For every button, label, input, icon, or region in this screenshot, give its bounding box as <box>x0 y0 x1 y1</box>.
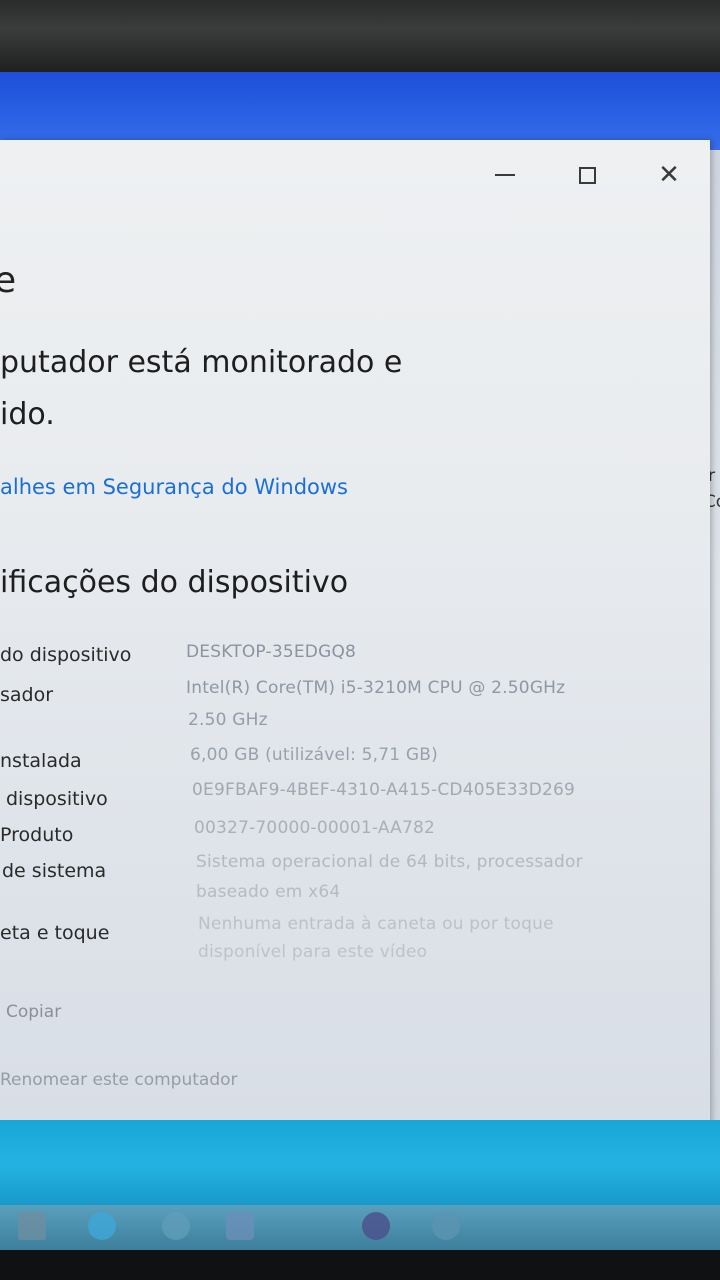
about-window: ✕ e putador está monitorado e ido. alhes… <box>0 140 710 1125</box>
spec-label-pen-touch: eta e toque <box>0 922 110 944</box>
monitor-bezel-bottom <box>0 1250 720 1280</box>
maximize-button[interactable] <box>564 158 610 192</box>
spec-value-pen-touch-2: disponível para este vídeo <box>198 942 428 962</box>
close-icon: ✕ <box>658 160 680 190</box>
spec-label-device-id: dispositivo <box>6 788 108 810</box>
device-specs-heading: ificações do dispositivo <box>0 565 349 600</box>
spec-value-device-id: 0E9FBAF9-4BEF-4310-A415-CD405E33D269 <box>192 780 576 800</box>
file-explorer-icon[interactable] <box>162 1212 190 1240</box>
spec-value-ram: 6,00 GB (utilizável: 5,71 GB) <box>190 745 438 765</box>
spec-label-product-id: Produto <box>0 824 74 846</box>
spec-value-system-type-2: baseado em x64 <box>196 882 341 902</box>
spec-value-device-name: DESKTOP-35EDGQ8 <box>186 642 357 662</box>
spec-label-ram: nstalada <box>0 750 82 772</box>
rename-pc-link[interactable]: Renomear este computador <box>0 1070 238 1090</box>
app-icon[interactable] <box>362 1212 390 1240</box>
spec-value-processor: Intel(R) Core(TM) i5-3210M CPU @ 2.50GHz <box>186 678 566 698</box>
spec-label-device-name: do dispositivo <box>0 644 132 666</box>
monitor-bezel-top <box>0 0 720 72</box>
minimize-button[interactable] <box>482 158 528 192</box>
desktop-background-lower <box>0 1120 720 1210</box>
spec-label-system-type: de sistema <box>2 860 107 882</box>
edge-icon[interactable] <box>88 1212 116 1240</box>
spec-label-processor: sador <box>0 684 54 706</box>
page-heading-fragment: e <box>0 260 17 301</box>
spec-value-pen-touch: Nenhuma entrada à caneta ou por toque <box>198 914 554 934</box>
settings-icon[interactable] <box>432 1212 460 1240</box>
task-view-icon[interactable] <box>18 1212 46 1240</box>
maximize-icon <box>578 166 596 184</box>
minimize-icon <box>495 174 515 176</box>
spec-value-product-id: 00327-70000-00001-AA782 <box>194 818 436 838</box>
spec-value-system-type: Sistema operacional de 64 bits, processa… <box>196 852 583 872</box>
protection-status-line-1: putador está monitorado e <box>0 345 403 380</box>
copy-button[interactable]: Copiar <box>6 1002 61 1022</box>
close-button[interactable]: ✕ <box>646 158 692 192</box>
mail-icon[interactable] <box>226 1212 254 1240</box>
windows-security-link[interactable]: alhes em Segurança do Windows <box>0 475 348 499</box>
spec-value-processor-speed: 2.50 GHz <box>188 710 268 730</box>
protection-status-line-2: ido. <box>0 397 55 432</box>
